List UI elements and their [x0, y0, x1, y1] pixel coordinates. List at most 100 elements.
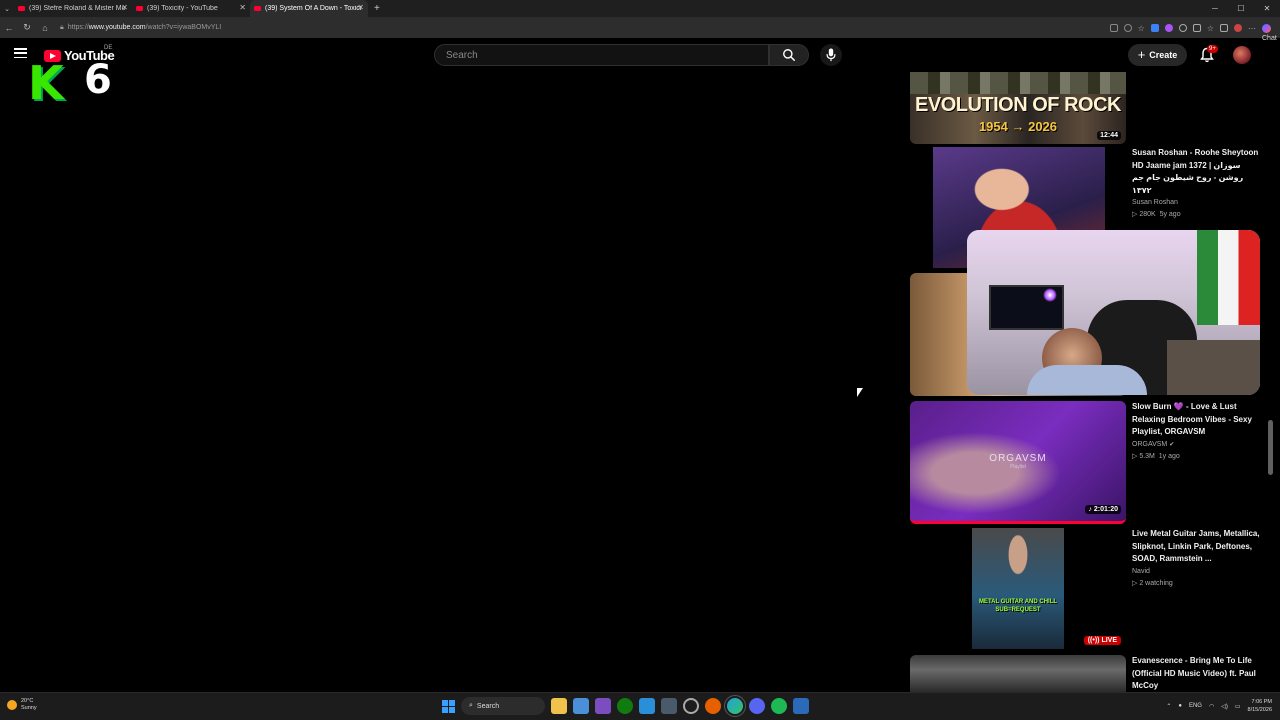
- wifi-icon[interactable]: ◠: [1209, 703, 1214, 710]
- extension-icon[interactable]: [1178, 23, 1187, 32]
- video-thumbnail[interactable]: METAL GUITAR AND CHILL SUB=REQUEST ((•)) …: [910, 528, 1126, 649]
- video-thumbnail[interactable]: [910, 655, 1126, 692]
- weather-condition: Sunny: [21, 705, 37, 711]
- channel-name[interactable]: ORGAVSM ✔︎: [1132, 441, 1260, 448]
- account-avatar[interactable]: [1233, 46, 1251, 64]
- app-icon[interactable]: [639, 698, 655, 714]
- duration-text: 2:01:20: [1093, 506, 1118, 513]
- maximize-icon[interactable]: ☐: [1228, 4, 1254, 13]
- temperature: 20°C: [21, 698, 34, 704]
- volume-icon[interactable]: ◁): [1221, 703, 1228, 710]
- weather-widget[interactable]: 20°C Sunny: [7, 698, 37, 712]
- live-badge: ((•)) LIVE: [1083, 636, 1121, 645]
- light-glow: [1043, 288, 1057, 302]
- overlay-letter: K: [28, 56, 64, 110]
- video-title[interactable]: Slow Burn 💜 - Love & Lust Relaxing Bedro…: [1132, 401, 1260, 439]
- search-box: [434, 44, 769, 66]
- close-tab-icon[interactable]: ✕: [239, 3, 246, 12]
- reader-icon[interactable]: [1109, 23, 1118, 32]
- window-controls: ─ ☐ ✕: [1202, 0, 1280, 17]
- profile-icon[interactable]: [1234, 23, 1242, 32]
- video-title[interactable]: Susan Roshan - Roohe Sheytoon HD Jaame j…: [1132, 147, 1260, 197]
- thumbnail-line-2: SUB=REQUEST: [995, 607, 1041, 613]
- video-meta: Susan Roshan - Roohe Sheytoon HD Jaame j…: [1132, 147, 1260, 218]
- new-tab-button[interactable]: +: [374, 3, 380, 14]
- extension-toolbar: ☆ ☆ ⋯ Chat: [1109, 17, 1277, 42]
- app-icon[interactable]: [573, 698, 589, 714]
- back-icon[interactable]: ←: [0, 23, 18, 33]
- search-button[interactable]: [769, 44, 809, 66]
- upload-age: 5y ago: [1159, 211, 1181, 218]
- scrollbar-thumb[interactable]: [1268, 420, 1273, 475]
- keyboard-language[interactable]: ENG: [1189, 703, 1202, 709]
- file-explorer-icon[interactable]: [551, 698, 567, 714]
- windows-start-icon[interactable]: [442, 699, 455, 713]
- edge-icon[interactable]: [724, 695, 746, 717]
- menu-icon[interactable]: [14, 48, 27, 58]
- sofa-shape: [1167, 340, 1260, 395]
- thumbnail-title-text: EVOLUTION OF ROCK: [915, 94, 1121, 116]
- app-icon[interactable]: [683, 698, 699, 714]
- thumbnail-line-1: METAL GUITAR AND CHILL: [978, 599, 1058, 605]
- search-input[interactable]: [435, 45, 768, 66]
- view-count: 5.3M: [1139, 452, 1155, 460]
- browser-tab-active[interactable]: (39) System Of A Down - Toxicity ( ✕: [250, 0, 368, 17]
- voice-search-button[interactable]: [820, 44, 842, 66]
- video-title[interactable]: Evanescence - Bring Me To Life (Official…: [1132, 655, 1260, 693]
- zoom-icon[interactable]: [1123, 23, 1132, 32]
- page-scrollbar[interactable]: [1268, 72, 1275, 692]
- copilot-icon: [1262, 23, 1271, 33]
- upload-age: 1y ago: [1158, 452, 1180, 460]
- create-button[interactable]: + Create: [1128, 44, 1187, 66]
- copilot-chat-button[interactable]: Chat: [1262, 23, 1277, 42]
- firefox-icon[interactable]: [705, 698, 721, 714]
- home-icon[interactable]: ⌂: [36, 23, 54, 33]
- url-field[interactable]: 🔒︎ https://www.youtube.com/watch?v=iywaB…: [60, 24, 221, 32]
- favorites-icon[interactable]: ☆: [1207, 24, 1214, 33]
- split-screen-icon[interactable]: [1192, 23, 1201, 32]
- duration-badge: ♪ 2:01:20: [1085, 505, 1121, 514]
- app-icon[interactable]: [595, 698, 611, 714]
- youtube-favicon-icon: [136, 6, 143, 11]
- stream-overlay-logo: K 6: [24, 58, 118, 108]
- discord-icon[interactable]: [749, 698, 765, 714]
- overlay-number: 6: [84, 57, 112, 103]
- clock-date: 8/15/2026: [1247, 707, 1272, 713]
- search-icon: [783, 49, 796, 62]
- address-bar-row: ← ↻ ⌂ 🔒︎ https://www.youtube.com/watch?v…: [0, 17, 1280, 42]
- streamer-shirt: [1027, 365, 1147, 395]
- close-tab-icon[interactable]: ✕: [121, 3, 128, 12]
- extension-icon[interactable]: [1164, 23, 1173, 32]
- browser-tab-bar: ⌄ (39) Stefre Roland & Mister Monj ✕ (39…: [0, 0, 1280, 17]
- more-menu-icon[interactable]: ⋯: [1248, 24, 1256, 33]
- taskbar-search[interactable]: ⌕ Search: [461, 697, 545, 715]
- create-label: Create: [1149, 50, 1178, 60]
- collections-icon[interactable]: [1220, 23, 1228, 32]
- channel-name[interactable]: Navid: [1132, 568, 1260, 575]
- close-window-icon[interactable]: ✕: [1254, 4, 1280, 13]
- close-tab-icon[interactable]: ✕: [357, 3, 364, 12]
- channel-name[interactable]: Susan Roshan: [1132, 199, 1260, 206]
- video-thumbnail[interactable]: ORGAVSM Playlist ♪ 2:01:20: [910, 401, 1126, 524]
- tray-app-icon[interactable]: ●: [1178, 703, 1182, 709]
- show-hidden-icons[interactable]: ⌃: [1166, 703, 1171, 710]
- favorite-star-icon[interactable]: ☆: [1138, 24, 1145, 33]
- url-path: /watch?v=iywaBOMvYLI: [145, 24, 222, 31]
- xbox-icon[interactable]: [617, 698, 633, 714]
- extension-icon[interactable]: [1150, 23, 1159, 32]
- video-title[interactable]: Live Metal Guitar Jams, Metallica, Slipk…: [1132, 528, 1260, 566]
- search-icon: ⌕: [469, 702, 473, 709]
- refresh-icon[interactable]: ↻: [18, 22, 36, 33]
- app-icon[interactable]: [661, 698, 677, 714]
- thumbnail-subtitle-text: 1954 → 2026: [978, 119, 1058, 134]
- battery-icon[interactable]: ▭: [1235, 703, 1241, 710]
- taskbar-clock[interactable]: 7:06 PM 8/15/2026: [1248, 698, 1272, 714]
- notification-count-badge: 9+: [1207, 45, 1218, 53]
- video-thumbnail[interactable]: EVOLUTION OF ROCK 1954 → 2026 12:44: [910, 72, 1126, 144]
- spotify-icon[interactable]: [771, 698, 787, 714]
- browser-tab[interactable]: (39) Toxicity - YouTube ✕: [132, 0, 250, 17]
- app-icon[interactable]: [793, 698, 809, 714]
- browser-tab[interactable]: (39) Stefre Roland & Mister Monj ✕: [14, 0, 132, 17]
- minimize-icon[interactable]: ─: [1202, 4, 1228, 13]
- tab-actions-icon[interactable]: ⌄: [0, 5, 14, 13]
